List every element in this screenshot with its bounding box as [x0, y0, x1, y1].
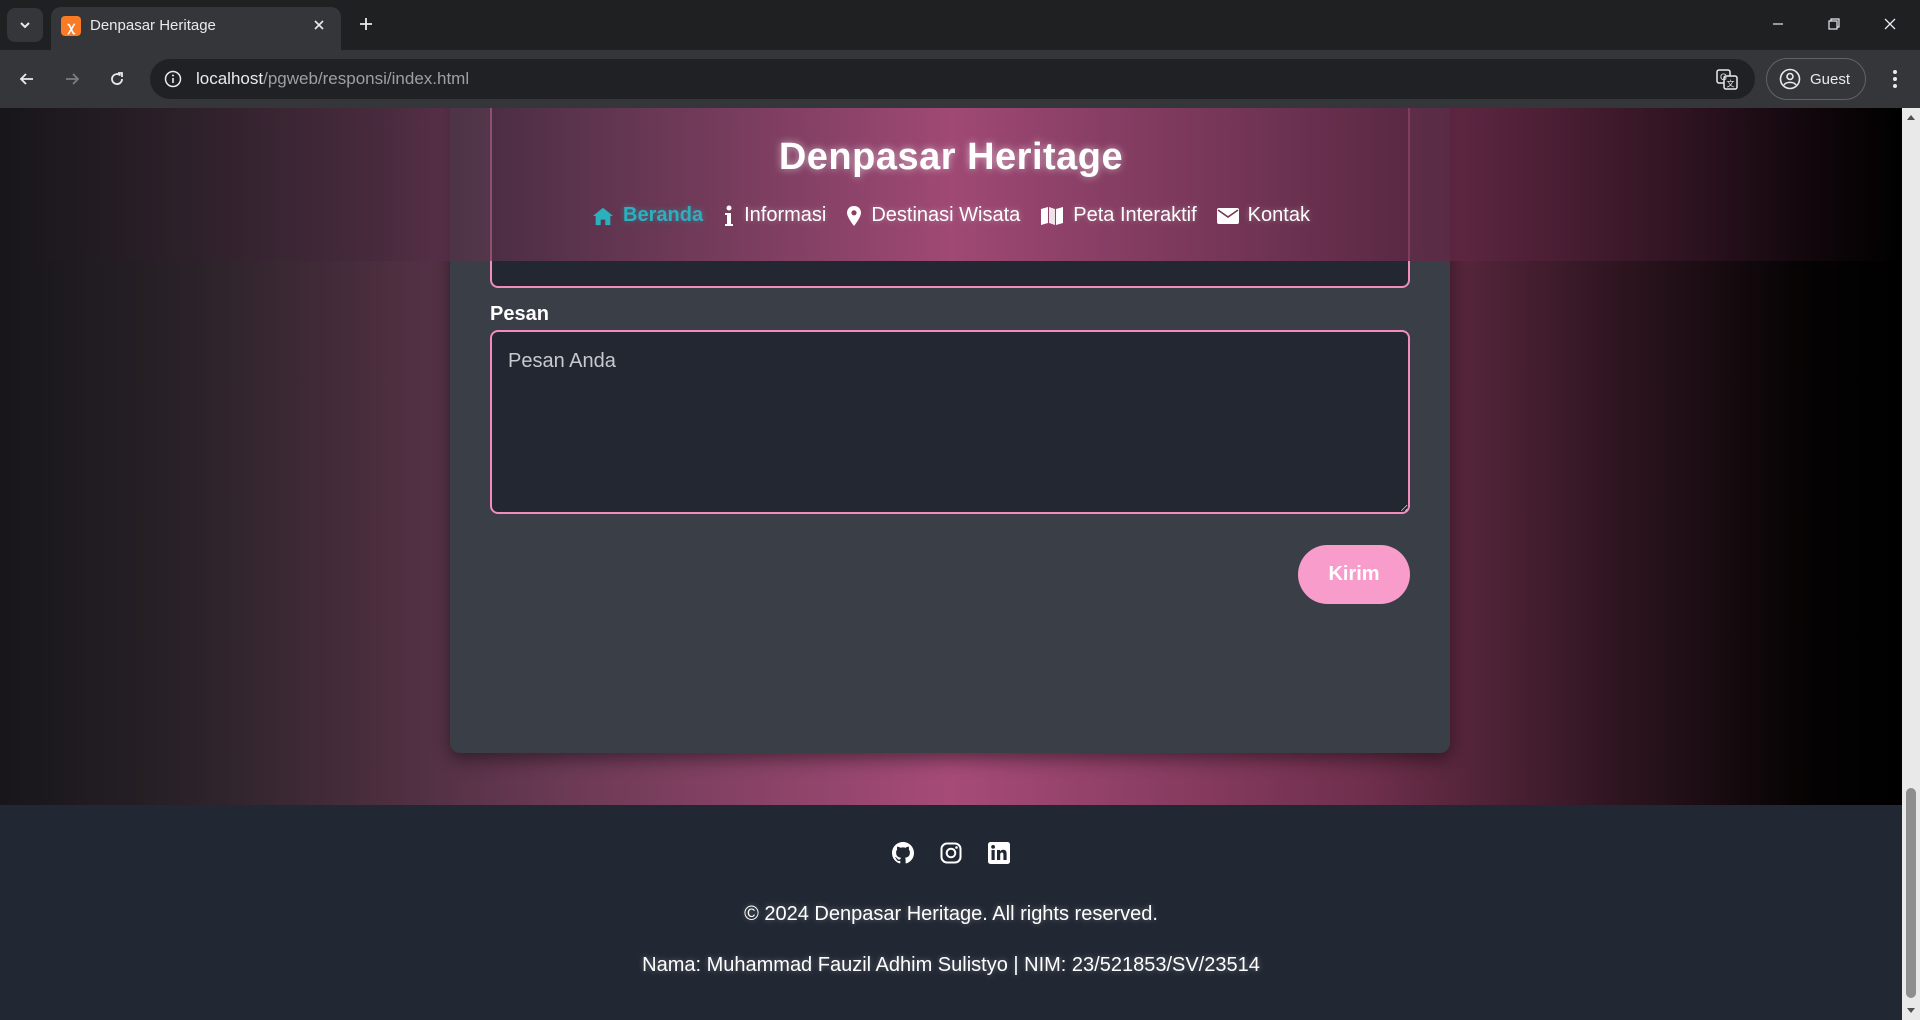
account-circle-icon: [1779, 68, 1801, 90]
scroll-up-button[interactable]: [1902, 108, 1920, 126]
arrow-right-icon: [66, 73, 80, 85]
social-links: [0, 841, 1902, 865]
nav-item-peta-interaktif[interactable]: Peta Interaktif: [1040, 204, 1197, 227]
url-text: localhost/pgweb/responsi/index.html: [196, 69, 469, 89]
url-host: localhost: [196, 69, 264, 88]
browser-tab[interactable]: ꭓ Denpasar Heritage: [51, 7, 341, 50]
close-icon: [1884, 18, 1896, 30]
page-viewport: Pesan Kirim Denpasar Heritage Beranda In…: [0, 108, 1902, 1020]
nav-label-destinasi-wisata: Destinasi Wisata: [871, 204, 1021, 226]
minimize-icon: [1773, 23, 1783, 25]
tab-title: Denpasar Heritage: [90, 17, 216, 34]
github-link[interactable]: [891, 841, 915, 865]
browser-menu-button[interactable]: [1878, 62, 1912, 96]
svg-text:文: 文: [1727, 79, 1735, 89]
caret-down-icon: [1907, 1008, 1915, 1013]
address-bar[interactable]: localhost/pgweb/responsi/index.html G文: [150, 59, 1755, 99]
message-label: Pesan: [490, 303, 549, 325]
map-icon: [1040, 205, 1064, 227]
nav-label-kontak: Kontak: [1247, 204, 1310, 226]
scroll-down-button[interactable]: [1902, 1002, 1920, 1020]
close-window-button[interactable]: [1870, 6, 1910, 42]
translate-button[interactable]: G文: [1715, 67, 1739, 91]
chevron-down-icon: [20, 22, 30, 29]
home-icon: [592, 205, 614, 227]
new-tab-button[interactable]: [352, 10, 380, 38]
info-icon: [723, 205, 735, 227]
tab-search-button[interactable]: [7, 8, 43, 42]
footer-copyright: © 2024 Denpasar Heritage. All rights res…: [744, 903, 1158, 925]
nav-item-informasi[interactable]: Informasi: [723, 204, 826, 227]
submit-button[interactable]: Kirim: [1298, 545, 1410, 604]
nav-item-kontak[interactable]: Kontak: [1216, 204, 1310, 227]
page-scrollbar[interactable]: [1902, 108, 1920, 1020]
profile-label: Guest: [1810, 70, 1851, 88]
nav-item-beranda[interactable]: Beranda: [592, 204, 703, 227]
nav-label-informasi: Informasi: [744, 204, 827, 226]
nav-label-peta-interaktif: Peta Interaktif: [1073, 204, 1197, 226]
linkedin-link[interactable]: [987, 841, 1011, 865]
close-icon: [314, 20, 324, 30]
more-vert-icon: [1893, 70, 1897, 88]
site-header: Denpasar Heritage Beranda Informasi Dest…: [0, 108, 1902, 261]
map-marker-icon: [846, 205, 862, 227]
translate-icon: G文: [1716, 69, 1738, 90]
browser-tab-bar: ꭓ Denpasar Heritage: [0, 0, 1920, 50]
info-circle-icon: [164, 70, 182, 88]
svg-text:ꭓ: ꭓ: [66, 19, 76, 35]
nav-item-destinasi-wisata[interactable]: Destinasi Wisata: [846, 204, 1020, 227]
instagram-link[interactable]: [939, 841, 963, 865]
github-icon: [892, 842, 914, 864]
restore-button[interactable]: [1814, 6, 1854, 42]
arrow-left-icon: [19, 73, 33, 85]
minimize-button[interactable]: [1758, 6, 1798, 42]
back-button[interactable]: [10, 62, 44, 96]
footer-author: Nama: Muhammad Fauzil Adhim Sulistyo | N…: [642, 954, 1260, 976]
browser-toolbar: localhost/pgweb/responsi/index.html G文 G…: [0, 50, 1920, 108]
message-textarea[interactable]: [490, 330, 1410, 514]
reload-button[interactable]: [100, 62, 134, 96]
reload-icon: [111, 72, 123, 85]
forward-button[interactable]: [55, 62, 89, 96]
xampp-icon: ꭓ: [61, 16, 81, 36]
envelope-icon: [1216, 205, 1239, 227]
instagram-icon: [940, 842, 962, 864]
plus-icon: [360, 18, 372, 30]
site-info-button[interactable]: [160, 66, 186, 92]
restore-icon: [1828, 18, 1840, 30]
site-footer: © 2024 Denpasar Heritage. All rights res…: [0, 805, 1902, 1020]
main-nav: Beranda Informasi Destinasi Wisata Peta …: [0, 204, 1902, 227]
profile-button[interactable]: Guest: [1766, 58, 1866, 100]
nav-label-beranda: Beranda: [623, 204, 704, 226]
caret-up-icon: [1907, 115, 1915, 120]
site-title: Denpasar Heritage: [778, 136, 1124, 178]
linkedin-icon: [988, 842, 1010, 864]
scrollbar-thumb[interactable]: [1906, 788, 1916, 998]
url-path: /pgweb/responsi/index.html: [263, 69, 470, 88]
tab-close-button[interactable]: [307, 13, 331, 37]
